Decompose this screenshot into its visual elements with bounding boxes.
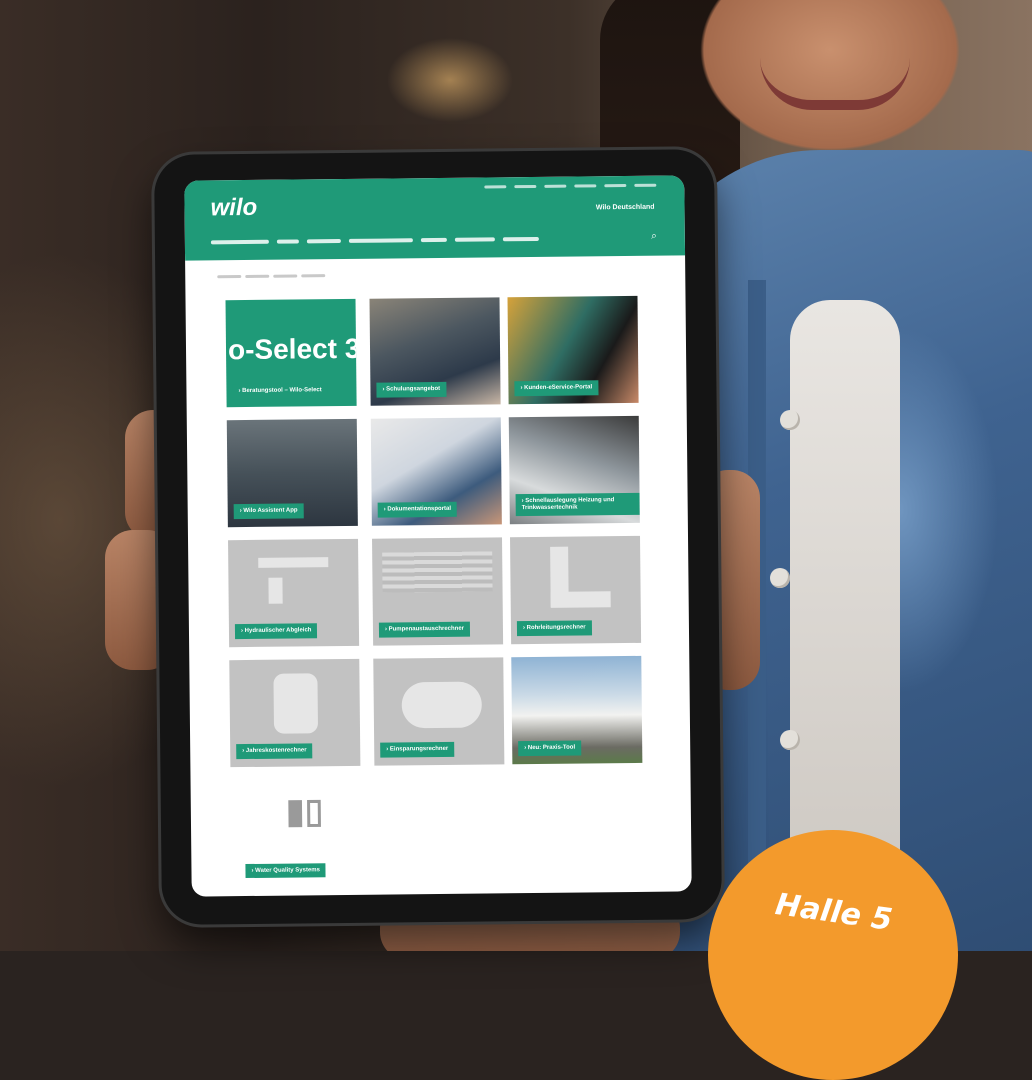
breadcrumb-item[interactable] <box>245 274 270 279</box>
shirt-button <box>780 410 800 430</box>
utility-link[interactable] <box>544 184 567 188</box>
nav-item[interactable] <box>306 239 341 244</box>
pipe-icon <box>550 591 611 608</box>
tile-hydraulic-balancing[interactable]: › Hydraulischer Abgleich <box>228 538 360 648</box>
nav-item[interactable] <box>502 236 539 242</box>
tile-label: › Schulungsangebot <box>376 381 447 398</box>
nav-item[interactable] <box>454 237 495 242</box>
tile-label: › Beratungstool – Wilo-Select <box>232 382 328 400</box>
hall-badge <box>708 830 958 1080</box>
tablet-device: wilo Wilo Deutschland ⌕ o-Select 3 › Ber… <box>153 149 723 925</box>
breadcrumb-item <box>301 274 326 278</box>
nav-item[interactable] <box>348 238 413 243</box>
breadcrumb <box>217 274 326 279</box>
tile-label: › Hydraulischer Abgleich <box>234 623 318 640</box>
weight-icon <box>273 673 319 734</box>
breadcrumb-item[interactable] <box>273 274 298 278</box>
wilo-logo[interactable]: wilo <box>210 194 257 222</box>
table-graphic-icon <box>382 551 493 593</box>
tile-label: › Jahreskostenrechner <box>236 743 313 760</box>
tile-label: › Einsparungsrechner <box>380 741 455 758</box>
tile-label: › Wilo Assistent App <box>233 503 304 520</box>
tile-label: › Neu: Praxis-Tool <box>518 740 582 757</box>
utility-nav <box>484 183 657 189</box>
utility-link[interactable] <box>604 184 627 188</box>
utility-link[interactable] <box>634 183 657 187</box>
tile-wilo-select[interactable]: o-Select 3 › Beratungstool – Wilo-Select <box>225 298 357 408</box>
tile-pump-exchange[interactable]: › Pumpenaustauschrechner <box>372 537 504 646</box>
valve-icon <box>268 577 283 604</box>
tile-pipe-calculator[interactable]: › Rohrleitungsrechner <box>510 535 642 645</box>
tile-label: › Rohrleitungsrechner <box>516 620 592 637</box>
white-undershirt <box>790 300 900 860</box>
nav-item[interactable] <box>276 239 299 244</box>
shirt-button <box>780 730 800 750</box>
water-quality-icon: ▮▯ <box>285 792 324 831</box>
nav-item[interactable] <box>420 237 447 243</box>
valve-icon <box>258 557 329 568</box>
tile-training[interactable]: › Schulungsangebot <box>369 297 501 406</box>
breadcrumb-item[interactable] <box>217 275 242 279</box>
tile-label: › Pumpenaustauschrechner <box>378 621 471 638</box>
tile-quick-sizing[interactable]: › Schnellauslegung Heizung und Trinkwass… <box>508 415 640 525</box>
shirt-button <box>770 568 790 588</box>
nav-item[interactable] <box>210 239 269 245</box>
tile-assistant-app[interactable]: › Wilo Assistent App <box>226 418 358 528</box>
tile-savings[interactable]: › Einsparungsrechner <box>373 657 505 766</box>
utility-link[interactable] <box>514 184 537 189</box>
tablet-screen: wilo Wilo Deutschland ⌕ o-Select 3 › Ber… <box>184 175 692 897</box>
tile-annual-cost[interactable]: › Jahreskostenrechner <box>229 658 361 768</box>
country-selector[interactable]: Wilo Deutschland <box>596 204 655 212</box>
tile-eservice-portal[interactable]: › Kunden-eService-Portal <box>507 295 639 405</box>
tile-label: › Kunden-eService-Portal <box>514 380 599 397</box>
tile-practice-tool[interactable]: › Neu: Praxis-Tool <box>511 655 643 765</box>
tile-documentation[interactable]: › Dokumentationsportal <box>370 417 502 526</box>
tile-label: › Schnellauslegung Heizung und Trinkwass… <box>515 492 640 517</box>
main-nav <box>210 236 539 245</box>
utility-link[interactable] <box>484 185 507 189</box>
hero-tile-text: o-Select 3 <box>227 332 357 366</box>
search-icon[interactable]: ⌕ <box>651 231 657 242</box>
piggy-bank-icon <box>401 681 482 729</box>
site-header: wilo Wilo Deutschland ⌕ <box>184 175 686 261</box>
tile-label: › Dokumentationsportal <box>377 501 458 518</box>
tile-water-quality[interactable]: › Water Quality Systems <box>245 863 327 879</box>
utility-link[interactable] <box>574 184 597 188</box>
